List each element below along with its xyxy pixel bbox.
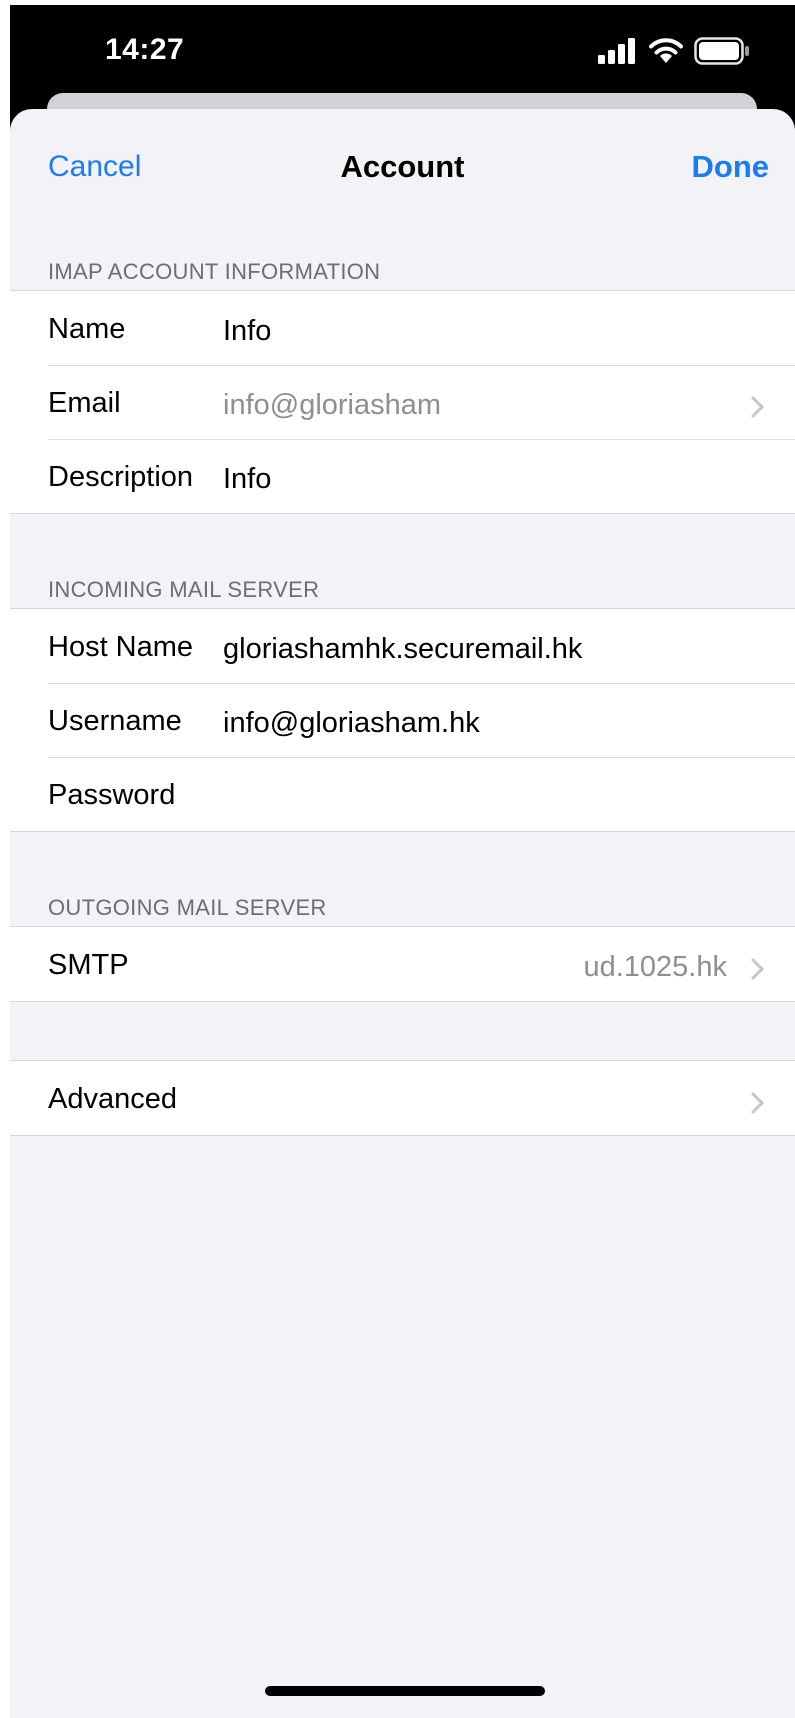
smtp-row[interactable]: SMTP ud.1025.hk (10, 927, 795, 1001)
outgoing-section-header: OUTGOING MAIL SERVER (48, 895, 327, 920)
name-row[interactable]: Name Info (10, 291, 795, 365)
advanced-label: Advanced (48, 1083, 177, 1115)
status-icons (598, 36, 750, 70)
description-field[interactable]: Info (223, 463, 271, 496)
host-name-label: Host Name (48, 631, 194, 663)
advanced-row[interactable]: Advanced (10, 1061, 795, 1135)
smtp-value: ud.1025.hk (583, 951, 727, 983)
imap-group: Name Info Email info@gloriasham Descript… (10, 290, 795, 514)
name-label: Name (48, 313, 126, 345)
chevron-right-icon (751, 396, 764, 418)
imap-section-header: IMAP ACCOUNT INFORMATION (48, 259, 381, 284)
username-field[interactable]: info@gloriasham.hk (223, 707, 480, 740)
password-label: Password (48, 779, 176, 811)
wifi-icon (648, 37, 684, 70)
home-indicator[interactable] (265, 1686, 545, 1696)
description-row[interactable]: Description Info (10, 439, 795, 513)
chevron-right-icon (751, 958, 764, 980)
smtp-label: SMTP (48, 949, 129, 981)
username-row[interactable]: Username info@gloriasham.hk (10, 683, 795, 757)
status-time: 14:27 (105, 33, 185, 66)
incoming-section-header: INCOMING MAIL SERVER (48, 577, 320, 602)
email-label: Email (48, 387, 121, 419)
page-title: Account (340, 149, 465, 184)
host-name-row[interactable]: Host Name gloriashamhk.securemail.hk (10, 609, 795, 683)
incoming-group: Host Name gloriashamhk.securemail.hk Use… (10, 608, 795, 832)
chevron-right-icon (751, 1092, 764, 1114)
email-row[interactable]: Email info@gloriasham (10, 365, 795, 439)
battery-icon (694, 36, 750, 70)
password-row[interactable]: Password (10, 757, 795, 831)
host-name-field[interactable]: gloriashamhk.securemail.hk (223, 633, 582, 666)
description-label: Description (48, 461, 194, 493)
outgoing-group: SMTP ud.1025.hk (10, 926, 795, 1002)
email-value: info@gloriasham (223, 389, 442, 421)
done-button[interactable]: Done (692, 149, 770, 185)
advanced-group: Advanced (10, 1060, 795, 1136)
signal-icon (598, 37, 638, 69)
username-label: Username (48, 705, 182, 737)
name-field[interactable]: Info (223, 315, 271, 348)
phone-screen: 14:27 Cancel Account Done IMAP ACCOUNT I… (10, 5, 795, 1718)
